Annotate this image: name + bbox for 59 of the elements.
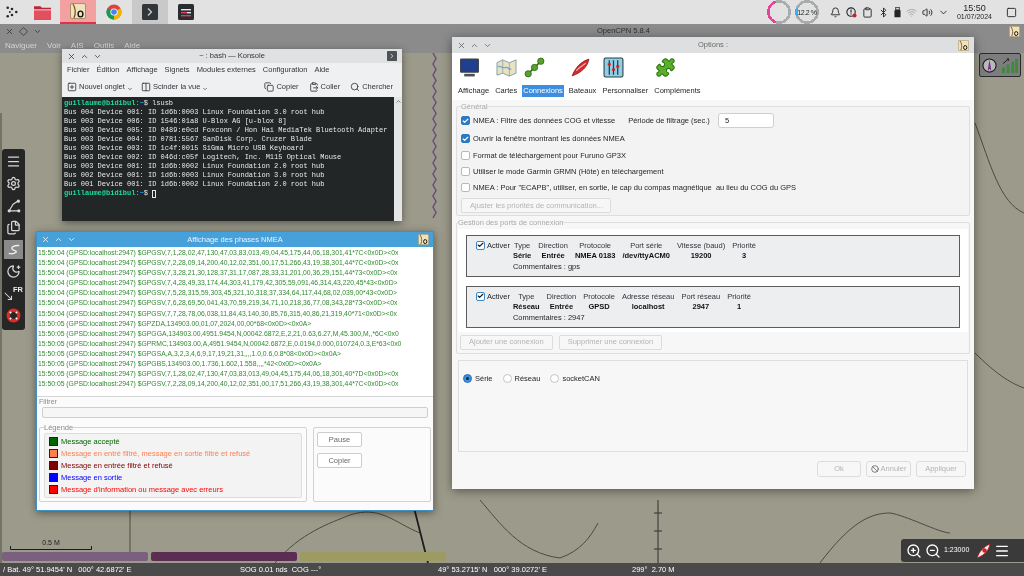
folder-icon[interactable] bbox=[33, 4, 51, 20]
close-icon[interactable] bbox=[5, 26, 14, 36]
boat-icon[interactable] bbox=[975, 542, 992, 559]
monitor-icon[interactable] bbox=[459, 57, 480, 78]
moon-star-icon[interactable] bbox=[6, 264, 21, 279]
chart-icon bbox=[418, 234, 429, 245]
close-icon[interactable] bbox=[457, 40, 466, 50]
life-ring-icon[interactable] bbox=[6, 308, 21, 323]
clipboard-icon[interactable] bbox=[861, 6, 873, 18]
volume-icon[interactable] bbox=[921, 6, 933, 18]
checkbox[interactable] bbox=[476, 240, 485, 250]
radio-button[interactable] bbox=[550, 373, 560, 383]
bell-icon[interactable] bbox=[829, 6, 841, 18]
taskbar-button[interactable] bbox=[132, 0, 168, 24]
checkmark-icon bbox=[477, 241, 484, 249]
checkbox[interactable] bbox=[461, 134, 470, 144]
checkbox[interactable] bbox=[476, 291, 485, 301]
chart-icon bbox=[1009, 25, 1020, 37]
browser-icon[interactable] bbox=[106, 4, 122, 20]
cancel-icon bbox=[870, 464, 879, 473]
checkbox[interactable] bbox=[461, 183, 470, 193]
mixer-icon[interactable] bbox=[178, 4, 194, 20]
terminal-icon bbox=[142, 4, 158, 20]
paste-icon bbox=[308, 82, 319, 92]
menu-icon[interactable] bbox=[6, 154, 21, 169]
zoom-out-icon[interactable] bbox=[925, 542, 941, 559]
filter-field[interactable] bbox=[42, 407, 428, 418]
checkbox[interactable] bbox=[461, 116, 470, 126]
show-desktop-icon[interactable] bbox=[1006, 6, 1017, 18]
checkmark-icon bbox=[477, 292, 484, 300]
ring-gauge-icon bbox=[794, 0, 819, 24]
copy-icon bbox=[264, 82, 275, 92]
close-icon[interactable] bbox=[67, 51, 76, 61]
sliders-icon[interactable] bbox=[603, 57, 625, 78]
chart-icon bbox=[70, 3, 86, 19]
checkbox[interactable] bbox=[461, 166, 470, 176]
route-icon[interactable] bbox=[6, 198, 21, 213]
taskbar-button[interactable] bbox=[60, 0, 96, 24]
usb-stick-icon[interactable] bbox=[893, 6, 901, 18]
zoom-in-icon[interactable] bbox=[906, 542, 922, 559]
radio-button[interactable] bbox=[502, 373, 512, 383]
squiggle-icon bbox=[6, 244, 21, 255]
toolbar-button[interactable] bbox=[4, 240, 23, 259]
radio-button[interactable] bbox=[463, 373, 472, 383]
alert-icon[interactable] bbox=[845, 6, 857, 18]
boat-icon[interactable] bbox=[569, 57, 591, 78]
pages-icon[interactable] bbox=[6, 220, 21, 235]
checkbox[interactable] bbox=[461, 150, 470, 160]
split-view-icon bbox=[140, 82, 151, 92]
diagonal-arrow-icon[interactable] bbox=[4, 292, 13, 301]
settings-icon[interactable] bbox=[6, 176, 21, 191]
chart-icon bbox=[958, 39, 969, 51]
search-icon bbox=[350, 82, 361, 92]
compass-icon[interactable] bbox=[982, 57, 997, 73]
launcher-icon[interactable] bbox=[6, 6, 18, 18]
puzzle-icon[interactable] bbox=[655, 57, 677, 78]
folded-map-icon[interactable] bbox=[496, 57, 518, 78]
new-tab-icon bbox=[67, 82, 77, 92]
linked-nodes-icon[interactable] bbox=[524, 57, 546, 78]
